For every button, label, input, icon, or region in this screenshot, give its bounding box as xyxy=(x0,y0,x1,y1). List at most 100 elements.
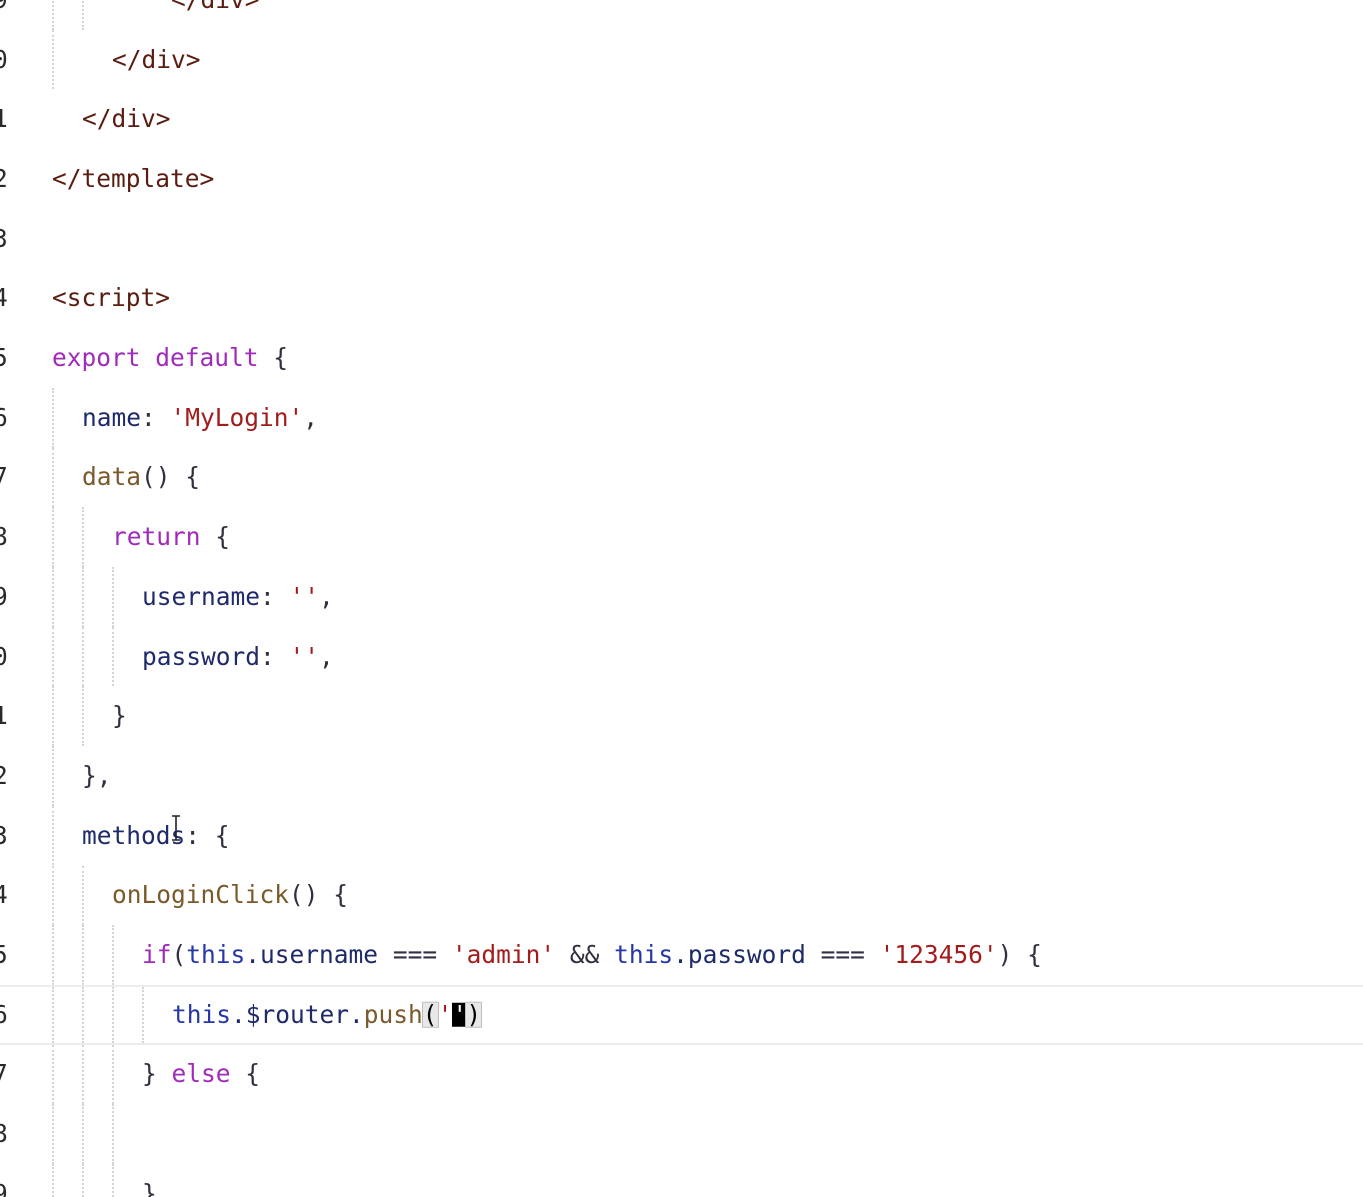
code-token: </template> xyxy=(52,163,215,193)
code-token: return xyxy=(112,521,201,551)
line-number: 7 xyxy=(0,1059,8,1089)
code-text[interactable]: </div> xyxy=(82,106,171,132)
code-text[interactable]: name: 'MyLogin', xyxy=(82,405,318,430)
code-text[interactable]: export default { xyxy=(52,345,288,371)
indent-guide xyxy=(52,387,54,448)
line-number: 2 xyxy=(0,163,8,193)
code-text[interactable]: } xyxy=(112,700,127,730)
code-token: password xyxy=(142,641,261,671)
indent-guide xyxy=(52,746,54,806)
code-line[interactable]: 5 export default { xyxy=(0,328,1363,388)
code-token: .$router. xyxy=(231,999,364,1029)
indent-guide xyxy=(112,1164,114,1197)
code-text[interactable]: password: '', xyxy=(142,644,334,669)
line-number: 4 xyxy=(0,283,8,313)
code-token: ' xyxy=(437,999,453,1029)
indent-guide xyxy=(82,626,84,687)
code-line[interactable]: 6 this.$router.push('') xyxy=(0,984,1363,1045)
code-token: if xyxy=(142,939,172,969)
code-token: push xyxy=(363,999,423,1029)
code-token: </div> xyxy=(112,44,201,74)
code-token: .username xyxy=(245,939,379,969)
bracket-match-highlight: ) xyxy=(465,999,483,1029)
code-text[interactable]: </template> xyxy=(52,163,215,193)
indent-guide xyxy=(52,686,54,747)
indent-guide xyxy=(52,626,54,687)
line-number: 3 xyxy=(0,223,8,253)
code-line[interactable]: 9 </div> xyxy=(0,0,1363,30)
indent-guide xyxy=(52,29,54,90)
code-token: === xyxy=(805,939,880,969)
code-text[interactable]: return { xyxy=(112,521,231,551)
code-line[interactable]: 4 onLoginClick() { xyxy=(0,865,1363,926)
code-token: '' xyxy=(289,641,320,671)
indent-guide xyxy=(82,1164,84,1197)
code-line[interactable]: 0 password: '', xyxy=(0,626,1363,687)
code-text[interactable]: username: '', xyxy=(142,581,334,611)
code-token: '' xyxy=(289,581,320,611)
indent-guide xyxy=(82,925,84,985)
code-text[interactable]: } xyxy=(142,1178,157,1197)
code-text[interactable]: this.$router.push('') xyxy=(172,999,483,1029)
line-number: 8 xyxy=(0,521,8,551)
code-line[interactable]: 6 name: 'MyLogin', xyxy=(0,387,1363,448)
indent-guide xyxy=(52,1164,54,1197)
code-text[interactable]: if(this.username === 'admin' && this.pas… xyxy=(142,939,1042,969)
code-line[interactable]: 0 </div> xyxy=(0,29,1363,90)
code-token: { xyxy=(200,521,231,551)
line-number: 5 xyxy=(0,342,8,372)
code-line[interactable]: 8 return { xyxy=(0,507,1363,567)
code-line[interactable]: 7 data() { xyxy=(0,447,1363,508)
indent-guide xyxy=(82,986,84,1043)
code-token: : { xyxy=(185,820,230,850)
code-text[interactable]: onLoginClick() { xyxy=(112,882,348,908)
code-token: else xyxy=(171,1059,231,1089)
code-token: ( xyxy=(171,939,187,969)
code-line[interactable]: 1 </div> xyxy=(0,89,1363,149)
code-text[interactable]: data() { xyxy=(82,464,200,490)
code-line[interactable]: 8 xyxy=(0,1104,1363,1164)
code-token: this xyxy=(614,939,674,969)
code-line[interactable]: 7 } else { xyxy=(0,1044,1363,1105)
code-text[interactable]: } else { xyxy=(142,1059,261,1089)
line-number: 4 xyxy=(0,880,8,910)
code-text[interactable]: </div> xyxy=(112,47,201,72)
line-number: 8 xyxy=(0,1118,8,1148)
code-token: } xyxy=(142,1178,157,1197)
code-token: && xyxy=(555,939,615,969)
code-line[interactable]: 9 username: '', xyxy=(0,567,1363,627)
line-number: 1 xyxy=(0,103,8,133)
code-line[interactable]: 3 methods: { xyxy=(0,805,1363,866)
indent-guide xyxy=(52,1044,54,1105)
code-line[interactable]: 1} xyxy=(0,686,1363,747)
indent-guide xyxy=(112,567,114,627)
indent-guide xyxy=(52,567,54,627)
code-text[interactable]: <script> xyxy=(52,285,170,311)
code-token: '123456' xyxy=(879,939,998,969)
code-token: { xyxy=(230,1059,261,1089)
code-text[interactable]: }, xyxy=(82,760,112,790)
code-token: }, xyxy=(82,760,112,790)
line-number: 3 xyxy=(0,820,8,850)
code-line[interactable]: 5 if(this.username === 'admin' && this.pa… xyxy=(0,925,1363,985)
code-editor[interactable]: 9 </div> 0 </div> 1 </div> 2 </template> 3 4 <scr… xyxy=(0,0,1363,1197)
line-number: 9 xyxy=(0,1178,8,1197)
code-line[interactable]: 2 </template> xyxy=(0,149,1363,209)
code-line[interactable]: 9} xyxy=(0,1164,1363,1197)
code-text[interactable]: methods: { xyxy=(82,823,230,848)
code-line[interactable]: 2}, xyxy=(0,746,1363,806)
indent-guide xyxy=(112,626,114,687)
code-token: : xyxy=(141,402,171,432)
code-token: : xyxy=(260,581,290,611)
line-number: 7 xyxy=(0,462,8,492)
indent-guide xyxy=(82,1044,84,1105)
code-line[interactable]: 3 xyxy=(0,209,1363,269)
code-line[interactable]: 4 <script> xyxy=(0,269,1363,329)
indent-guide xyxy=(52,925,54,985)
code-text[interactable]: </div> xyxy=(112,0,260,12)
code-token: } xyxy=(112,700,127,730)
indent-guide xyxy=(52,805,54,866)
code-token: name xyxy=(82,402,142,432)
indent-guide xyxy=(82,1104,84,1164)
line-number: 1 xyxy=(0,700,8,730)
